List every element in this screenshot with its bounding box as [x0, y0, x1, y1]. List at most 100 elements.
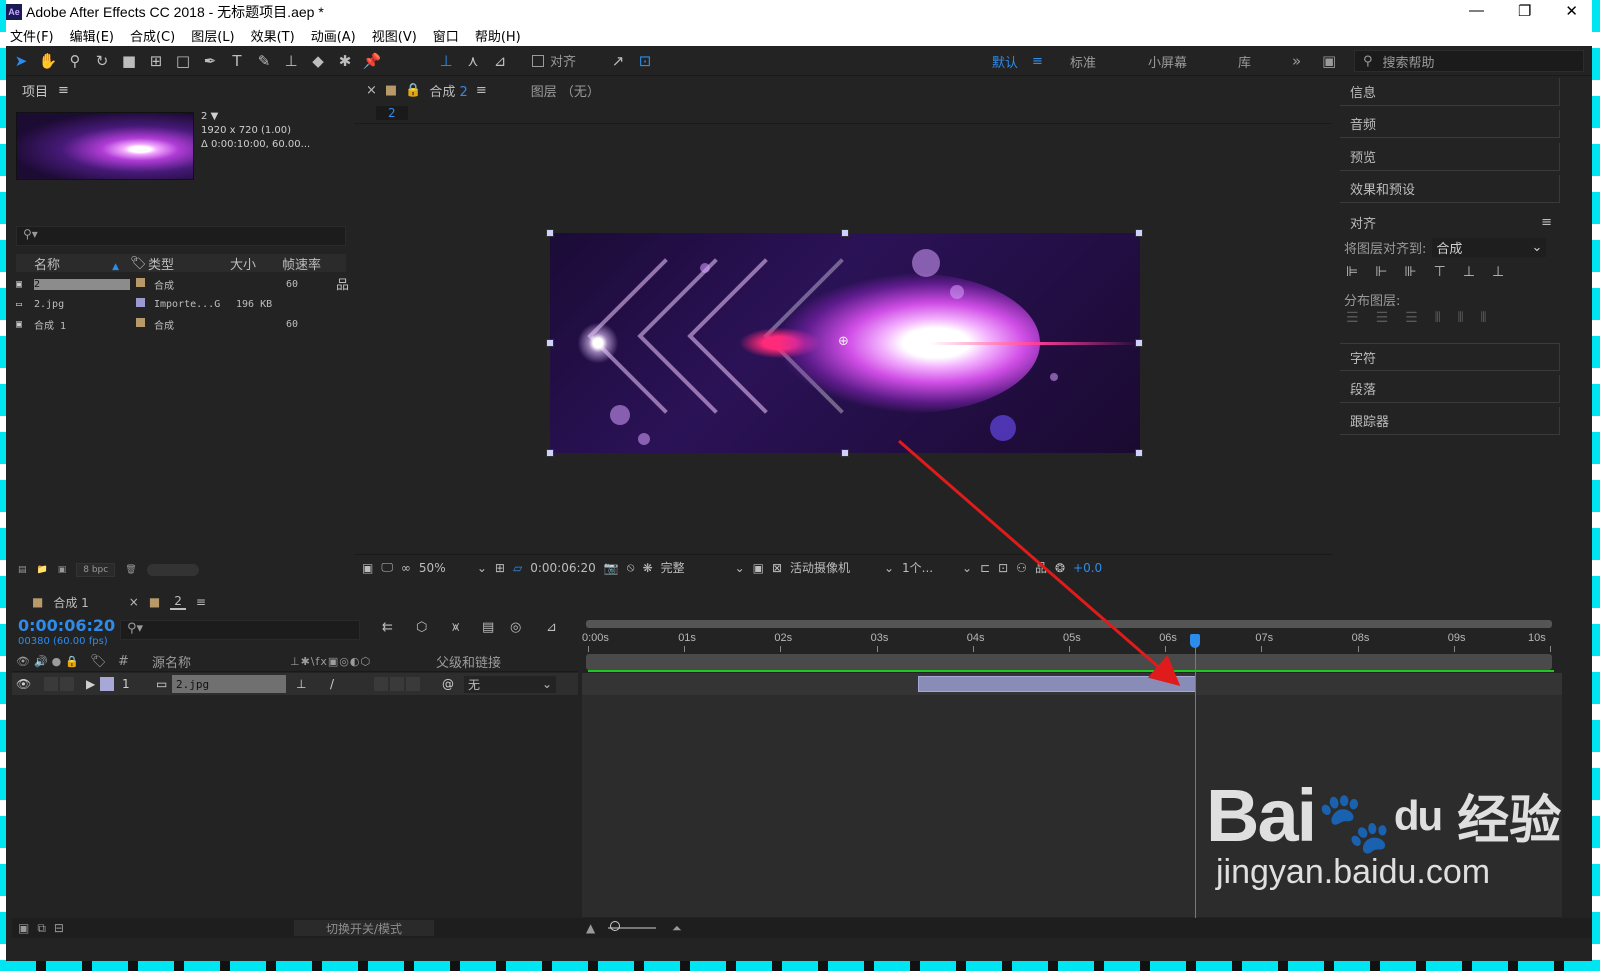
distribute-h-center-icon[interactable]: ⫴	[1458, 310, 1464, 326]
work-area-bar[interactable]	[586, 654, 1552, 670]
expand-triangle-icon[interactable]: ▶	[86, 677, 95, 691]
project-item[interactable]: ▭ 2.jpg Importe...G 196 KB	[16, 294, 346, 314]
project-search-input[interactable]: ⚲▾	[16, 226, 346, 246]
menu-edit[interactable]: 编辑(E)	[70, 26, 114, 45]
frame-blending-icon[interactable]: ▤	[482, 620, 494, 635]
distribute-right-icon[interactable]: ⫴	[1480, 310, 1486, 326]
menu-view[interactable]: 视图(V)	[372, 26, 417, 45]
layer-switches-icons[interactable]: ⊥✱\fx▣◎◐⬡	[290, 655, 436, 668]
sort-ascending-icon[interactable]: ▲	[112, 262, 119, 272]
delete-icon[interactable]: 🗑	[125, 565, 136, 575]
workspace-library[interactable]: 库	[1238, 46, 1251, 76]
restore-icon[interactable]: ❐	[1518, 2, 1531, 20]
quality-switch-icon[interactable]: /	[330, 677, 334, 691]
mask-visibility-icon[interactable]: ∞	[401, 561, 411, 575]
panel-menu-icon[interactable]: ≡	[58, 83, 69, 98]
new-composition-icon[interactable]: ▣	[58, 565, 67, 575]
column-fps[interactable]: 帧速率	[282, 254, 332, 273]
frame-blend-switch[interactable]	[390, 677, 404, 691]
transform-handle[interactable]	[841, 449, 849, 457]
current-time[interactable]: 0:00:06:20	[18, 616, 115, 635]
draft-3d-icon[interactable]: ⬡	[416, 620, 427, 635]
layer-label-swatch[interactable]	[100, 677, 114, 691]
align-right-icon[interactable]: ⊪	[1404, 264, 1416, 280]
menu-file[interactable]: 文件(F)	[10, 26, 54, 45]
transparency-grid-icon[interactable]: ⊠	[772, 561, 782, 575]
align-toggle[interactable]: 对齐	[532, 51, 576, 70]
column-name[interactable]: 名称 ▲	[16, 254, 130, 273]
current-time-indicator[interactable]	[1195, 634, 1196, 924]
close-tab-icon[interactable]: ×	[129, 595, 139, 609]
time-navigator-bar[interactable]	[586, 620, 1552, 628]
pen-tool-icon[interactable]: ✒	[198, 49, 222, 73]
fast-previews-icon[interactable]: ▣	[753, 561, 764, 575]
magnification-dropdown[interactable]: 50% ⌄	[418, 560, 487, 575]
transform-handle[interactable]	[1135, 229, 1143, 237]
grid-guides-icon[interactable]: ⊞	[495, 561, 505, 575]
flowchart-icon[interactable]: ⚇	[1016, 561, 1027, 575]
view-layout-dropdown[interactable]: 1个... ⌄	[902, 559, 973, 576]
selection-tool-icon[interactable]: ➤	[9, 49, 33, 73]
color-channels-icon[interactable]: ❋	[643, 561, 653, 575]
panel-tracker[interactable]: 跟踪器	[1340, 407, 1560, 435]
transform-handle[interactable]	[841, 229, 849, 237]
panel-menu-icon[interactable]: ≡	[476, 83, 487, 98]
region-of-interest-icon[interactable]: ▱	[513, 561, 522, 575]
reset-exposure-icon[interactable]: ❂	[1055, 561, 1065, 575]
timeline-tab-comp1[interactable]: 合成 1	[53, 594, 88, 611]
workspace-edit-icon[interactable]: ▣	[1322, 46, 1336, 76]
timeline-tab-2[interactable]: 2	[170, 594, 186, 610]
video-eye-icon[interactable]: 👁	[16, 677, 31, 691]
timeline-search-input[interactable]: ⚲▾	[120, 620, 360, 640]
monitor-icon[interactable]: 🖵	[381, 560, 393, 575]
column-size[interactable]: 大小	[230, 254, 282, 273]
parent-pick-whip-icon[interactable]: @	[442, 677, 454, 691]
distribute-bottom-icon[interactable]: ☰	[1405, 310, 1418, 326]
current-time-indicator-head[interactable]	[1190, 634, 1200, 648]
menu-window[interactable]: 窗口	[433, 26, 459, 45]
project-item[interactable]: ▣ 2 合成 60	[16, 274, 346, 294]
workspace-small-screen[interactable]: 小屏幕	[1148, 46, 1187, 76]
motion-blur-switch[interactable]	[406, 677, 420, 691]
view-axis-icon[interactable]: ⊿	[488, 49, 512, 73]
toggle-switches-modes-button[interactable]: 切换开关/模式	[294, 920, 434, 936]
panel-paragraph[interactable]: 段落	[1340, 375, 1560, 403]
transform-handle[interactable]	[1135, 449, 1143, 457]
modes-pane-icon[interactable]: ⧉	[37, 921, 46, 936]
snap-options-icon[interactable]: ⊡	[633, 49, 657, 73]
more-workspaces-icon[interactable]: »	[1292, 46, 1301, 76]
brush-tool-icon[interactable]: ✎	[252, 49, 276, 73]
solo-toggle[interactable]	[60, 677, 74, 691]
in-out-pane-icon[interactable]: ⊟	[54, 921, 64, 935]
audio-toggle[interactable]	[44, 677, 58, 691]
time-ruler[interactable]: 0:00s 01s 02s 03s 04s 05s 06s 07s 08s 09s 10s	[582, 618, 1554, 678]
project-item[interactable]: ▣ 合成 1 合成 60	[16, 314, 346, 334]
composition-viewer[interactable]: ⊕	[354, 134, 1332, 554]
menu-layer[interactable]: 图层(L)	[191, 26, 234, 45]
panel-menu-icon[interactable]: ≡	[196, 595, 206, 609]
eraser-tool-icon[interactable]: ◆	[306, 49, 330, 73]
zoom-out-icon[interactable]: ▲	[586, 921, 595, 935]
parent-dropdown[interactable]: 无 ⌄	[464, 675, 556, 693]
column-source-name[interactable]: 源名称	[152, 652, 290, 671]
close-icon[interactable]: ✕	[1565, 2, 1578, 20]
zoom-in-icon[interactable]: ⏶	[672, 921, 682, 936]
workspace-menu-icon[interactable]: ≡	[1032, 54, 1043, 69]
align-checkbox[interactable]	[532, 54, 544, 67]
timeline-icon[interactable]: ⊡	[998, 561, 1008, 575]
show-snapshot-icon[interactable]: ⦸	[627, 560, 635, 575]
lock-icon[interactable]: 🔒	[405, 83, 421, 98]
distribute-v-center-icon[interactable]: ☰	[1376, 310, 1389, 326]
resolution-dropdown[interactable]: 完整 ⌄	[660, 559, 745, 576]
project-tab[interactable]: 项目 ≡	[12, 78, 350, 102]
camera-dropdown[interactable]: 活动摄像机 ⌄	[790, 559, 895, 576]
rotate-tool-icon[interactable]: ↻	[90, 49, 114, 73]
snapshot-icon[interactable]: 📷	[604, 561, 619, 575]
pan-behind-tool-icon[interactable]: ⊞	[144, 49, 168, 73]
align-h-center-icon[interactable]: ⊩	[1375, 264, 1387, 280]
new-folder-icon[interactable]: 📁	[37, 565, 48, 575]
label-tag-icon[interactable]: 🏷	[130, 256, 148, 271]
graph-editor-icon[interactable]: ⊿	[546, 620, 557, 635]
transform-handle[interactable]	[546, 229, 554, 237]
local-axis-icon[interactable]: ⊥	[434, 49, 458, 73]
